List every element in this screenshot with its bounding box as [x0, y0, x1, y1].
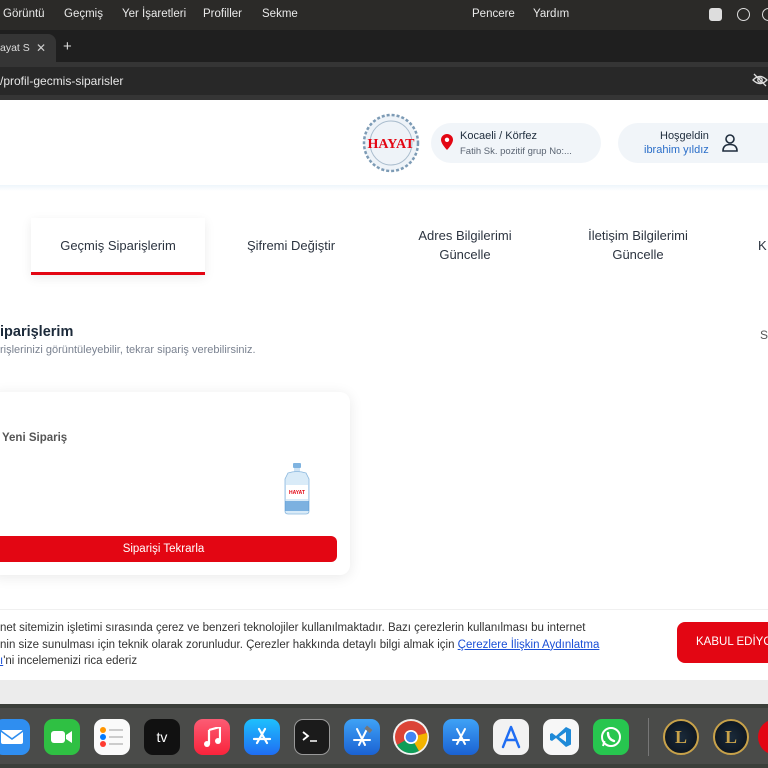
user-icon — [722, 134, 738, 152]
tab-update-contact[interactable]: İletişim Bilgilerimi Güncelle — [566, 226, 710, 264]
dock: tv L L — [0, 704, 768, 768]
order-card: Yeni Sipariş HAYAT Siparişi Tekrarla — [0, 392, 350, 575]
mail-icon[interactable] — [0, 719, 30, 755]
apple-tv-label: tv — [156, 729, 168, 745]
cookie-banner: net sitemizin işletimi sırasında çerez v… — [0, 609, 768, 679]
close-icon[interactable]: ✕ — [36, 41, 46, 55]
menu-profiles[interactable]: Profiller — [203, 8, 242, 20]
tab-title: ayat S — [0, 42, 30, 54]
xcode-icon[interactable] — [344, 719, 380, 755]
browser-tab[interactable]: ayat S ✕ — [0, 34, 56, 62]
app-store-icon[interactable] — [244, 719, 280, 755]
dock-separator — [648, 718, 649, 756]
page-footer-strip — [0, 680, 768, 704]
apple-tv-icon[interactable]: tv — [144, 719, 180, 755]
sort-label[interactable]: S — [760, 328, 768, 342]
menu-history[interactable]: Geçmiş — [64, 8, 103, 20]
tab-label: Şifremi Değiştir — [246, 238, 336, 253]
app-icon[interactable] — [758, 719, 768, 755]
simulator-icon[interactable] — [493, 719, 529, 755]
section-title: iparişlerim — [0, 324, 74, 340]
location-selector[interactable]: Kocaeli / Körfez Fatih Sk. pozitif grup … — [431, 123, 601, 163]
user-name: ibrahim yıldız — [644, 144, 709, 156]
tab-strip: ayat S ✕ + — [0, 30, 768, 62]
cookie-line-1: net sitemizin işletimi sırasında çerez v… — [0, 622, 586, 634]
logo-text: HAYAT — [368, 137, 416, 152]
hayat-logo[interactable]: HAYAT — [361, 112, 421, 174]
new-tab-button[interactable]: + — [63, 38, 72, 55]
tab-order-history[interactable]: Geçmiş Siparişlerim — [31, 218, 205, 275]
dock-shelf: tv L L — [0, 708, 768, 764]
svg-text:HAYAT: HAYAT — [289, 490, 305, 496]
facetime-icon[interactable] — [44, 719, 80, 755]
menu-bar: Görüntü Geçmiş Yer İşaretleri Profiller … — [0, 0, 768, 30]
location-pin-icon — [441, 134, 453, 150]
url-text[interactable]: /profil-gecmis-siparisler — [0, 74, 123, 88]
cookie-line-2: nin size sunulması için teknik olarak zo… — [0, 638, 458, 651]
status-icon[interactable] — [762, 8, 768, 21]
tab-more[interactable]: K — [758, 236, 768, 255]
cookie-line-3: 'ni incelemenizi rica ederiz — [3, 655, 138, 667]
location-city: Kocaeli / Körfez — [460, 130, 538, 142]
reminders-icon[interactable] — [94, 719, 130, 755]
menu-tab[interactable]: Sekme — [262, 8, 298, 20]
header-divider — [0, 185, 768, 191]
tab-label: K — [758, 238, 767, 253]
music-icon[interactable] — [194, 719, 230, 755]
location-address: Fatih Sk. pozitif grup No:... — [460, 146, 572, 157]
toolbar: /profil-gecmis-siparisler — [0, 62, 768, 100]
league-of-legends-icon[interactable]: L — [713, 719, 749, 755]
water-bottle-icon: HAYAT — [284, 463, 310, 515]
menu-help[interactable]: Yardım — [533, 8, 569, 20]
reorder-button[interactable]: Siparişi Tekrarla — [0, 536, 337, 562]
tab-label: İletişim Bilgilerimi Güncelle — [588, 228, 688, 262]
cookie-text: net sitemizin işletimi sırasında çerez v… — [0, 620, 660, 670]
chrome-icon[interactable] — [393, 719, 429, 755]
menu-window[interactable]: Pencere — [472, 8, 515, 20]
tab-label: Geçmiş Siparişlerim — [60, 238, 176, 253]
accept-cookies-button[interactable]: KABUL EDİYO — [677, 622, 768, 663]
eye-slash-icon[interactable] — [752, 73, 768, 87]
cookie-policy-link[interactable]: Çerezlere İlişkin Aydınlatma — [458, 639, 600, 651]
user-menu[interactable]: Hoşgeldin ibrahim yıldız — [618, 123, 768, 163]
league-client-icon[interactable]: L — [663, 719, 699, 755]
whatsapp-icon[interactable] — [593, 719, 629, 755]
greeting-text: Hoşgeldin — [660, 130, 709, 142]
tab-update-address[interactable]: Adres Bilgilerimi Güncelle — [400, 226, 530, 264]
menu-bookmarks[interactable]: Yer İşaretleri — [122, 8, 186, 20]
web-page: HAYAT Kocaeli / Körfez Fatih Sk. pozitif… — [0, 100, 768, 704]
play-icon[interactable] — [737, 8, 750, 21]
tab-label: Adres Bilgilerimi Güncelle — [418, 228, 512, 262]
stop-record-icon[interactable] — [709, 8, 722, 21]
instruments-icon[interactable] — [443, 719, 479, 755]
vscode-icon[interactable] — [543, 719, 579, 755]
section-subtitle: rişlerinizi görüntüleyebilir, tekrar sip… — [0, 344, 256, 356]
order-status: Yeni Sipariş — [2, 432, 68, 444]
menu-view[interactable]: Görüntü — [3, 8, 45, 20]
terminal-icon[interactable] — [294, 719, 330, 755]
tab-change-password[interactable]: Şifremi Değiştir — [215, 236, 367, 255]
